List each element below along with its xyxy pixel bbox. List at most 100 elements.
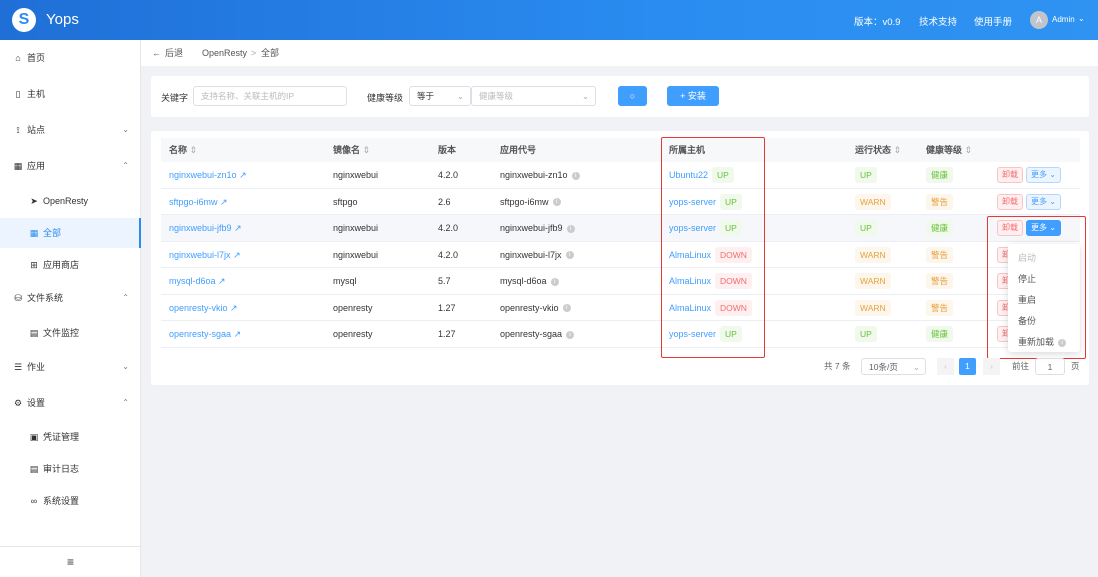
- uninstall-button[interactable]: 卸载: [997, 167, 1023, 183]
- page-1-button[interactable]: 1: [959, 358, 976, 375]
- info-icon: i: [566, 224, 575, 233]
- page-size-select[interactable]: 10条/页 ⌄: [861, 358, 926, 375]
- health-select[interactable]: 健康等级 ⌄: [471, 86, 596, 106]
- chevron-down-icon: ⌄: [456, 91, 464, 101]
- app-name-link[interactable]: nginxwebui-l7jx ↗: [169, 242, 241, 268]
- tech-support-link[interactable]: 技术支持: [919, 14, 957, 28]
- sidebar-item-label: 文件系统: [27, 293, 64, 303]
- table-row: nginxwebui-jfb9 ↗ nginxwebui 4.2.0 nginx…: [161, 215, 1080, 242]
- app-name-link[interactable]: sftpgo-i6mw ↗: [169, 189, 228, 215]
- app-name: nginxwebui-l7jx: [169, 249, 231, 260]
- operator-select[interactable]: 等于 ⌄: [409, 86, 471, 106]
- app-name-link[interactable]: nginxwebui-jfb9 ↗: [169, 215, 242, 241]
- sidebar-item-10[interactable]: ⚙ 设置 ⌃: [0, 388, 141, 418]
- sidebar-item-6[interactable]: ⊞ 应用商店: [0, 250, 141, 280]
- menu-item-stop[interactable]: 停止: [1008, 269, 1080, 290]
- chevron-icon: ⌄: [122, 362, 129, 371]
- avatar[interactable]: A: [1030, 11, 1048, 29]
- sidebar-item-4[interactable]: ➤ OpenResty: [0, 186, 141, 216]
- manual-link[interactable]: 使用手册: [974, 14, 1012, 28]
- column-header-6[interactable]: 健康等级 ⇕: [926, 138, 972, 162]
- sidebar-item-label: 应用: [27, 161, 46, 171]
- search-icon: ○: [629, 91, 636, 101]
- page-unit-label: 页: [1071, 361, 1080, 371]
- health-badge: 健康: [926, 326, 954, 342]
- more-button[interactable]: 更多 ⌄: [1026, 193, 1061, 210]
- settings-icon: ⚙: [13, 398, 23, 408]
- info-icon: i: [571, 171, 580, 180]
- menu-item-restart[interactable]: 重启: [1008, 290, 1080, 311]
- external-link-icon[interactable]: ↗: [230, 303, 238, 313]
- sidebar-item-7[interactable]: ⛁ 文件系统 ⌃: [0, 283, 141, 313]
- sidebar-item-label: 凭证管理: [43, 432, 80, 442]
- sidebar: ≡ ⌂ 首页 ▯ 主机 ⟟ 站点 ⌄ ▦ 应用 ⌃ ➤ OpenResty ▦ 全部 ⊞ 应用商店 ⛁ 文件系统 ⌃…: [0, 40, 141, 577]
- menu-item-start[interactable]: 启动: [1008, 248, 1080, 269]
- chevron-icon: ⌃: [122, 161, 129, 170]
- external-link-icon[interactable]: ↗: [234, 329, 242, 339]
- collapse-menu-icon[interactable]: ≡: [0, 546, 141, 577]
- app-code: openresty-sgaa i: [500, 321, 575, 347]
- sidebar-item-5[interactable]: ▦ 全部: [0, 218, 141, 248]
- sidebar-item-2[interactable]: ⟟ 站点 ⌄: [0, 115, 141, 145]
- search-button[interactable]: ○: [618, 86, 647, 106]
- breadcrumb-parent[interactable]: OpenResty: [202, 40, 247, 66]
- more-button[interactable]: 更多 ⌄: [1026, 167, 1061, 183]
- version: 1.27: [438, 302, 456, 313]
- column-header-1[interactable]: 镜像名 ⇕: [333, 138, 370, 162]
- external-link-icon[interactable]: ↗: [218, 276, 226, 286]
- sidebar-item-11[interactable]: ▣ 凭证管理: [0, 422, 141, 452]
- sidebar-item-9[interactable]: ☰ 作业 ⌄: [0, 352, 141, 382]
- health-cell: 健康: [922, 215, 954, 241]
- column-header-5[interactable]: 运行状态 ⇕: [855, 138, 901, 162]
- status-badge: UP: [855, 326, 877, 342]
- system-settings-icon: ∞: [30, 496, 38, 506]
- sidebar-item-label: OpenResty: [43, 196, 89, 206]
- column-header-label: 运行状态: [855, 145, 892, 155]
- sidebar-item-8[interactable]: ▤ 文件监控: [0, 318, 141, 348]
- audit-log-icon: ▤: [29, 464, 39, 474]
- health-cell: 健康: [922, 162, 954, 188]
- more-label: 更多: [1031, 196, 1047, 206]
- chevron-down-icon: ⌄: [581, 91, 589, 101]
- sidebar-item-1[interactable]: ▯ 主机: [0, 79, 141, 109]
- app-name-link[interactable]: openresty-vkio ↗: [169, 295, 238, 321]
- app-name-link[interactable]: nginxwebui-zn1o ↗: [169, 162, 247, 188]
- host-icon: ▯: [15, 89, 21, 99]
- image-name: nginxwebui: [333, 170, 379, 180]
- info-icon: i: [550, 277, 559, 286]
- next-page-button[interactable]: ›: [983, 358, 1000, 375]
- external-link-icon[interactable]: ↗: [234, 223, 242, 233]
- image-name: sftpgo: [333, 196, 358, 207]
- host-column-highlight: [661, 137, 765, 358]
- app-name-link[interactable]: mysql-d6oa ↗: [169, 268, 226, 294]
- back-arrow-icon[interactable]: ←: [152, 40, 161, 66]
- health-cell: 健康: [922, 321, 954, 347]
- sidebar-item-13[interactable]: ∞ 系统设置: [0, 486, 141, 516]
- chevron-down-icon[interactable]: ⌄: [1078, 14, 1085, 23]
- health-badge: 警告: [926, 246, 954, 263]
- prev-page-button[interactable]: ‹: [937, 358, 954, 375]
- sidebar-item-3[interactable]: ▦ 应用 ⌃: [0, 151, 141, 181]
- back-button[interactable]: 后退: [165, 40, 183, 66]
- keyword-input[interactable]: 支持名称、关联主机的IP: [193, 86, 347, 106]
- sidebar-item-0[interactable]: ⌂ 首页: [0, 43, 141, 73]
- external-link-icon[interactable]: ↗: [239, 170, 247, 180]
- external-link-icon[interactable]: ↗: [220, 197, 228, 207]
- user-menu[interactable]: Admin: [1052, 15, 1075, 24]
- app-code: nginxwebui-zn1o i: [500, 162, 580, 188]
- column-header-0[interactable]: 名称 ⇕: [169, 138, 197, 162]
- menu-item-reload[interactable]: 重新加载 i: [1008, 332, 1080, 353]
- openresty-icon: ➤: [30, 196, 38, 206]
- menu-item-backup[interactable]: 备份: [1008, 311, 1080, 332]
- install-button[interactable]: + 安装: [667, 86, 719, 106]
- app-name-link[interactable]: openresty-sgaa ↗: [169, 321, 241, 347]
- uninstall-button[interactable]: 卸载: [997, 193, 1023, 210]
- sidebar-item-label: 设置: [27, 398, 46, 408]
- external-link-icon[interactable]: ↗: [233, 250, 241, 260]
- sidebar-item-12[interactable]: ▤ 审计日志: [0, 454, 141, 484]
- health-cell: 警告: [922, 189, 954, 215]
- breadcrumb-separator: >: [251, 48, 257, 58]
- status-badge: UP: [855, 220, 877, 236]
- goto-page-input[interactable]: 1: [1035, 358, 1065, 375]
- reload-label: 重新加载: [1018, 337, 1055, 347]
